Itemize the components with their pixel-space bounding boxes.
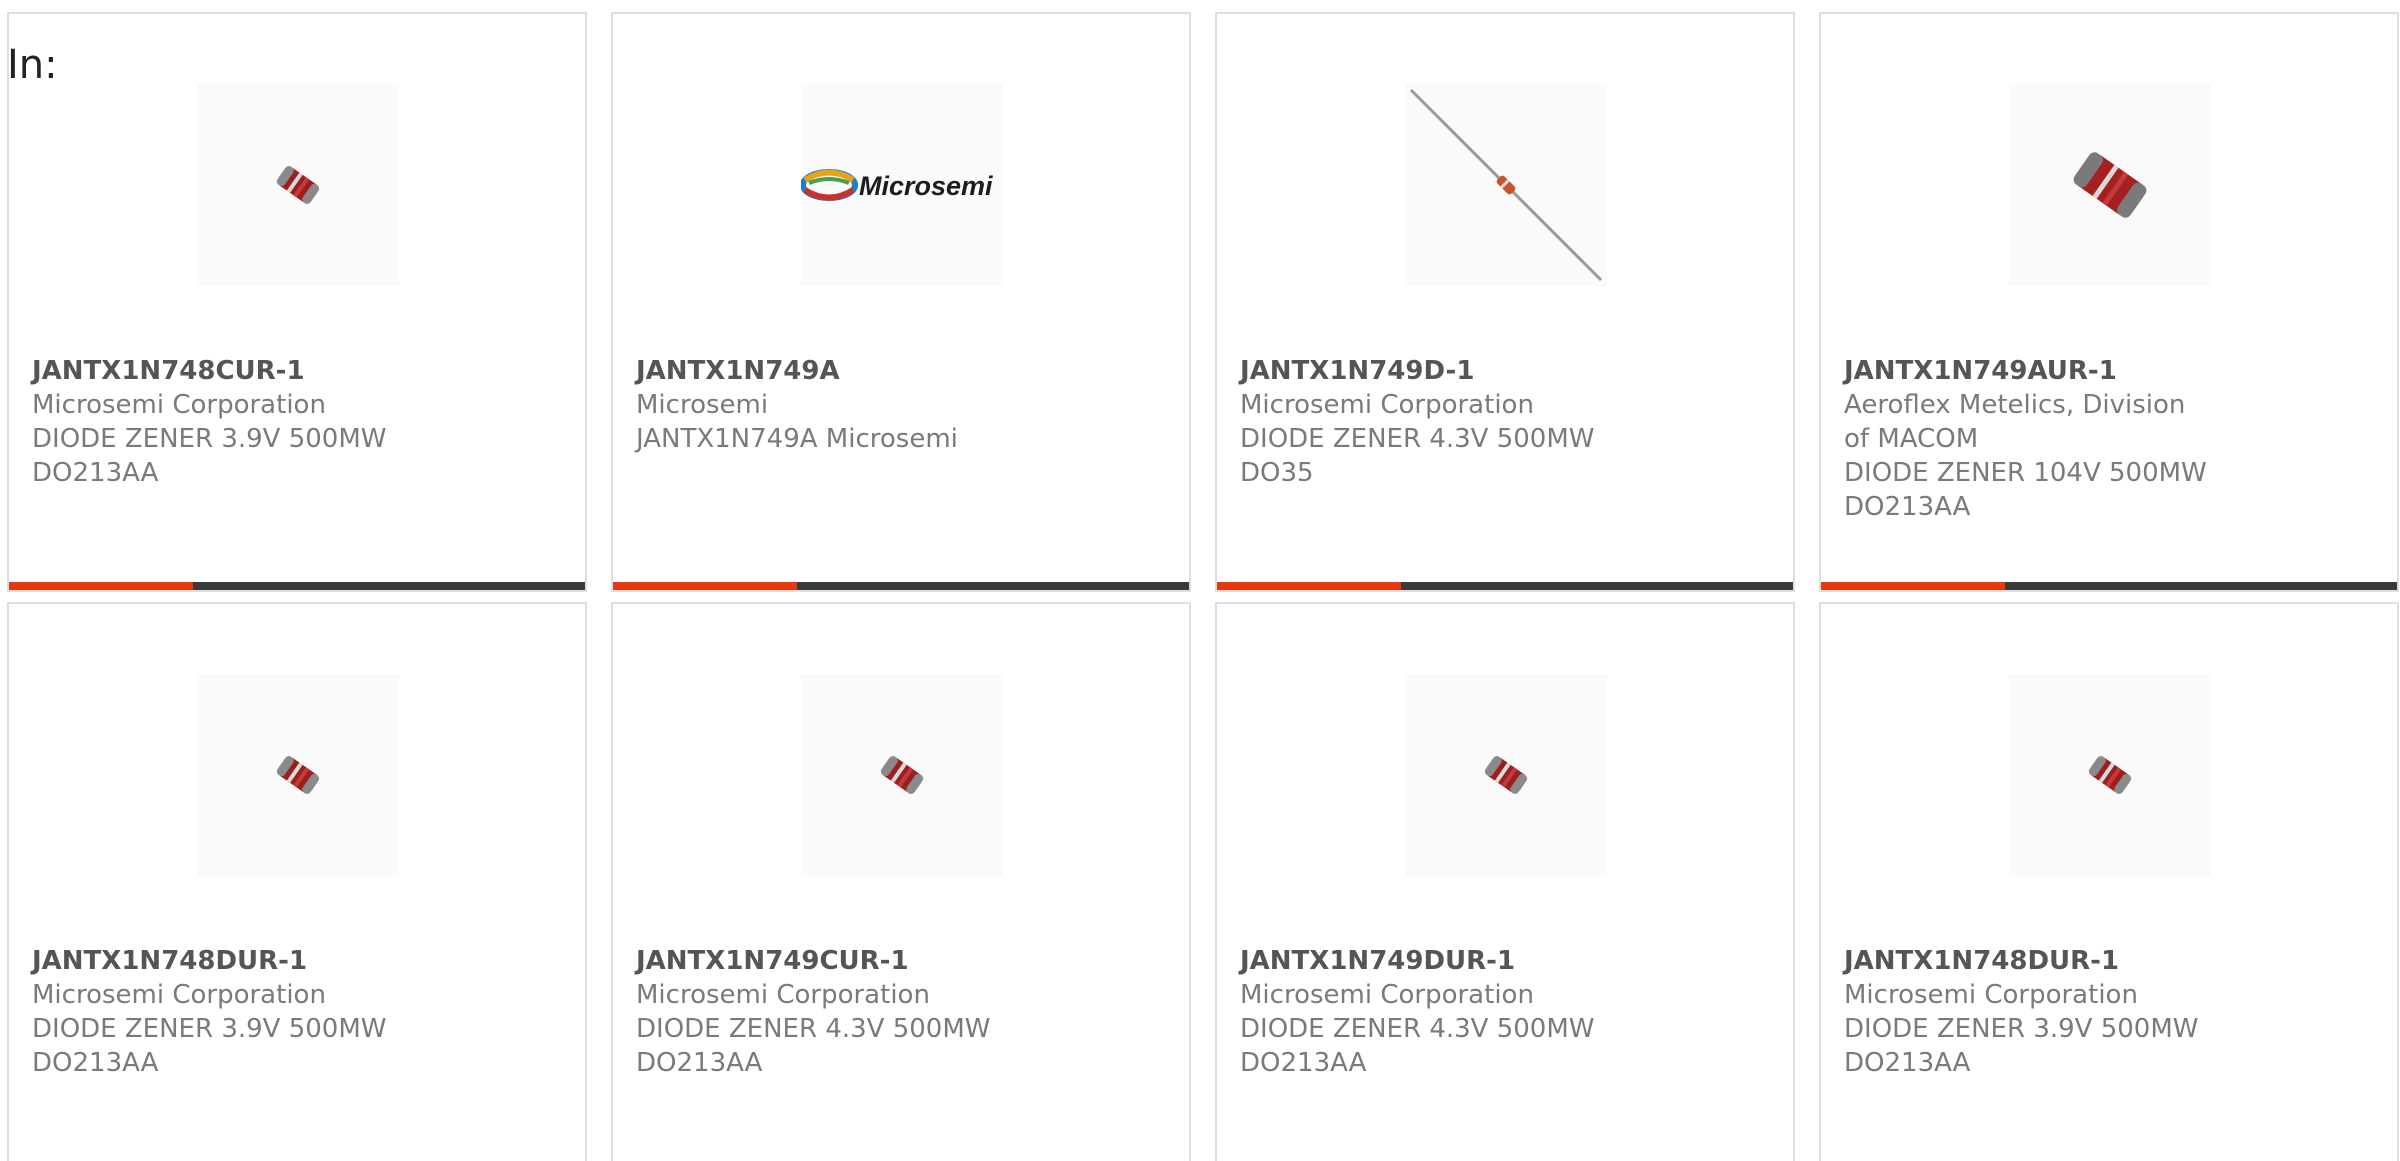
product-info: JANTX1N749A Microsemi JANTX1N749A Micros… <box>636 354 1056 456</box>
part-number[interactable]: JANTX1N748DUR-1 <box>1844 944 2264 978</box>
product-image <box>1405 84 1607 286</box>
description-line-1: JANTX1N749A Microsemi <box>636 424 958 454</box>
product-card[interactable]: Microsemi JANTX1N749A Microsemi JANTX1N7… <box>611 12 1191 592</box>
product-card[interactable]: JANTX1N748DUR-1 Microsemi Corporation DI… <box>1819 602 2399 1161</box>
product-card[interactable]: JANTX1N749CUR-1 Microsemi Corporation DI… <box>611 602 1191 1161</box>
product-image <box>197 674 399 876</box>
melf-diode-icon <box>276 166 320 204</box>
progress-bar-fill <box>613 582 798 590</box>
progress-bar <box>1821 582 2397 590</box>
manufacturer: Microsemi Corporation <box>1844 980 2138 1010</box>
product-card[interactable]: JANTX1N749AUR-1 Aeroflex Metelics, Divis… <box>1819 12 2399 592</box>
description-line-1: DIODE ZENER 4.3V 500MW <box>1240 1014 1595 1044</box>
product-grid: In: JANTX1N748CUR-1 Microsemi Corporatio… <box>0 0 2400 1161</box>
product-image <box>2009 84 2211 286</box>
axial-diode-icon <box>1409 88 1603 282</box>
progress-bar <box>613 582 1189 590</box>
part-number[interactable]: JANTX1N749A <box>636 354 1056 388</box>
part-number[interactable]: JANTX1N748DUR-1 <box>32 944 452 978</box>
product-info: JANTX1N748DUR-1 Microsemi Corporation DI… <box>32 944 452 1080</box>
product-image <box>1405 674 1607 876</box>
description-line-2: DO213AA <box>32 458 159 488</box>
description-line-1: DIODE ZENER 4.3V 500MW DO35 <box>1240 424 1595 488</box>
part-number[interactable]: JANTX1N749D-1 <box>1240 354 1660 388</box>
part-number[interactable]: JANTX1N749DUR-1 <box>1240 944 1660 978</box>
manufacturer: Microsemi Corporation <box>32 390 326 420</box>
description-line-2: DO213AA <box>1844 1048 1971 1078</box>
manufacturer: Microsemi Corporation <box>636 980 930 1010</box>
product-info: JANTX1N748DUR-1 Microsemi Corporation DI… <box>1844 944 2264 1080</box>
description-line-1: DIODE ZENER 4.3V 500MW <box>636 1014 991 1044</box>
description-line-1: DIODE ZENER 3.9V 500MW <box>32 424 387 454</box>
description-line-1: DIODE ZENER 3.9V 500MW <box>32 1014 387 1044</box>
product-info: JANTX1N749CUR-1 Microsemi Corporation DI… <box>636 944 1056 1080</box>
manufacturer: Aeroflex Metelics, Division of MACOM <box>1844 390 2186 454</box>
product-info: JANTX1N749AUR-1 Aeroflex Metelics, Divis… <box>1844 354 2264 524</box>
product-image: Microsemi <box>801 84 1003 286</box>
description-line-2: DO213AA <box>1240 1048 1367 1078</box>
description-line-2: DO213AA <box>1844 492 1971 522</box>
product-image <box>2009 674 2211 876</box>
logo-text: Microsemi <box>859 171 993 201</box>
product-info: JANTX1N749D-1 Microsemi Corporation DIOD… <box>1240 354 1660 490</box>
melf-diode-icon <box>2088 756 2132 794</box>
microsemi-logo-icon: Microsemi <box>801 169 993 201</box>
product-card[interactable]: JANTX1N748DUR-1 Microsemi Corporation DI… <box>7 602 587 1161</box>
description-line-1: DIODE ZENER 3.9V 500MW <box>1844 1014 2199 1044</box>
melf-diode-icon <box>276 756 320 794</box>
product-image <box>801 674 1003 876</box>
product-image <box>197 84 399 286</box>
melf-diode-large-icon <box>2073 152 2147 218</box>
product-card[interactable]: JANTX1N749DUR-1 Microsemi Corporation DI… <box>1215 602 1795 1161</box>
progress-bar <box>1217 582 1793 590</box>
progress-bar <box>9 582 585 590</box>
product-info: JANTX1N749DUR-1 Microsemi Corporation DI… <box>1240 944 1660 1080</box>
description-line-1: DIODE ZENER 104V 500MW <box>1844 458 2207 488</box>
part-number[interactable]: JANTX1N748CUR-1 <box>32 354 452 388</box>
progress-bar-fill <box>1821 582 2006 590</box>
description-line-2: DO213AA <box>32 1048 159 1078</box>
progress-bar-fill <box>9 582 194 590</box>
product-card[interactable]: JANTX1N748CUR-1 Microsemi Corporation DI… <box>7 12 587 592</box>
manufacturer: Microsemi Corporation <box>32 980 326 1010</box>
progress-bar-fill <box>1217 582 1402 590</box>
description-line-2: DO213AA <box>636 1048 763 1078</box>
part-number[interactable]: JANTX1N749CUR-1 <box>636 944 1056 978</box>
product-card[interactable]: JANTX1N749D-1 Microsemi Corporation DIOD… <box>1215 12 1795 592</box>
melf-diode-icon <box>1484 756 1528 794</box>
melf-diode-icon <box>880 756 924 794</box>
in-label: In: <box>7 42 58 88</box>
part-number[interactable]: JANTX1N749AUR-1 <box>1844 354 2264 388</box>
manufacturer: Microsemi Corporation <box>1240 390 1534 420</box>
manufacturer: Microsemi Corporation <box>1240 980 1534 1010</box>
manufacturer: Microsemi <box>636 390 769 420</box>
product-info: JANTX1N748CUR-1 Microsemi Corporation DI… <box>32 354 452 490</box>
